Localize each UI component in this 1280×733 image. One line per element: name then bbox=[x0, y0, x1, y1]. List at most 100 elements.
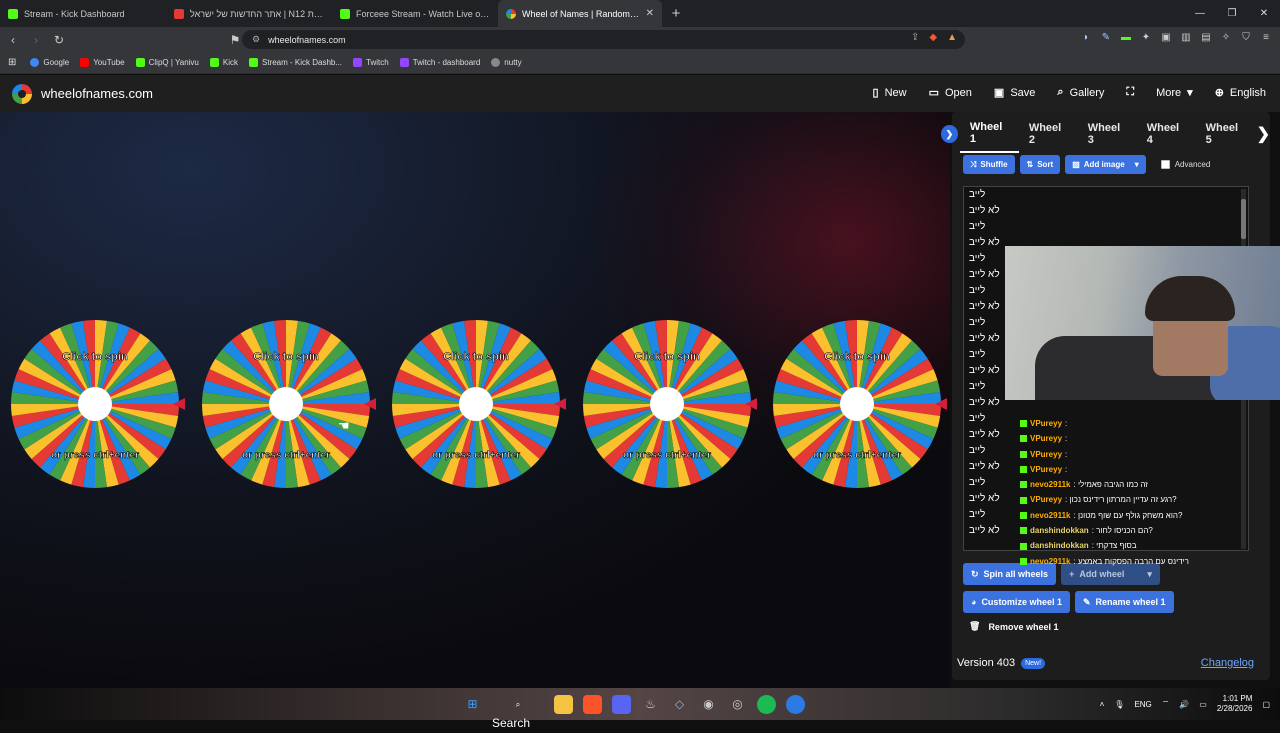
windows-start-icon[interactable]: ⊞ bbox=[463, 695, 482, 714]
tab-wheel-4[interactable]: Wheel 4 bbox=[1137, 116, 1196, 152]
volume-icon[interactable]: 🔊 bbox=[1179, 700, 1189, 709]
advanced-checkbox[interactable]: Advanced bbox=[1160, 160, 1210, 169]
trash-icon: 🗑 bbox=[969, 621, 981, 631]
discord-icon[interactable] bbox=[612, 695, 631, 714]
browser-tab[interactable]: Stream - Kick Dashboard bbox=[0, 0, 166, 27]
chat-message: nevo2911k: הוא משחק גולף עם שוף מטונן? bbox=[1020, 508, 1260, 523]
brave-shield-icon[interactable]: ◆ bbox=[929, 32, 937, 43]
changelog-link[interactable]: Changelog bbox=[1201, 657, 1254, 669]
steam-icon[interactable]: ♨ bbox=[641, 695, 660, 714]
bookmark-clipq[interactable]: ClipQ | Yanivu bbox=[135, 58, 199, 67]
extension-icon[interactable]: ▣ bbox=[1160, 32, 1172, 44]
wifi-icon[interactable]: ⌔ bbox=[1162, 699, 1170, 709]
fullscreen-button[interactable]: ⛶ bbox=[1126, 86, 1134, 99]
kick-icon bbox=[340, 8, 350, 19]
battery-icon[interactable]: ▭ bbox=[1199, 700, 1207, 709]
checkbox-icon bbox=[1160, 160, 1170, 169]
wheel[interactable]: Click to spin or press ctrl+enter bbox=[11, 320, 185, 488]
extension-icon[interactable]: ◗ bbox=[1080, 32, 1092, 44]
extension-icon[interactable]: ✎ bbox=[1100, 32, 1112, 44]
app-icon[interactable] bbox=[786, 695, 805, 714]
wheel-text-top: Click to spin bbox=[62, 351, 128, 363]
tab-wheel-1[interactable]: Wheel 1 bbox=[959, 115, 1019, 153]
menu-icon[interactable]: ≡ bbox=[1260, 32, 1272, 44]
save-button[interactable]: ▣ Save bbox=[994, 86, 1035, 100]
share-icon[interactable]: ⇪ bbox=[911, 32, 919, 43]
tab-wheel-5[interactable]: Wheel 5 bbox=[1196, 116, 1255, 152]
menu-label: English bbox=[1229, 86, 1266, 99]
chat-username: VPureyy bbox=[1030, 464, 1063, 474]
close-icon[interactable]: ✕ bbox=[646, 8, 654, 19]
apps-grid-icon[interactable]: ⊞ bbox=[8, 57, 16, 68]
sidebar-icon[interactable]: ▥ bbox=[1180, 32, 1192, 44]
chat-message: nevo2911k: רידינס עם הרבה הפסקות באמצע bbox=[1020, 554, 1260, 569]
reload-icon[interactable]: ↻ bbox=[49, 33, 69, 47]
microphone-icon[interactable]: 🎙 bbox=[1114, 700, 1124, 709]
bookmark-nutty[interactable]: nutty bbox=[491, 58, 522, 67]
language-button[interactable]: ⊕ English bbox=[1215, 86, 1266, 100]
brave-icon[interactable] bbox=[583, 695, 602, 714]
new-button[interactable]: ▯ New bbox=[873, 86, 907, 100]
spotify-icon[interactable] bbox=[757, 695, 776, 714]
browser-tab[interactable]: אתר החדשות של ישראל | N12 חדשות bbox=[166, 0, 332, 27]
taskbar-search[interactable]: ⌕ Search bbox=[492, 695, 544, 730]
add-image-button[interactable]: ▨ Add image ▾ bbox=[1065, 155, 1146, 174]
open-button[interactable]: ▭ Open bbox=[929, 86, 972, 100]
more-button[interactable]: More ▾ bbox=[1156, 86, 1193, 100]
bookmark-kick[interactable]: Kick bbox=[209, 58, 238, 67]
tab-wheel-3[interactable]: Wheel 3 bbox=[1078, 116, 1137, 152]
minimize-icon[interactable]: — bbox=[1184, 0, 1216, 27]
wheels-canvas[interactable]: Click to spinor press ctrl+enterClick to… bbox=[0, 112, 950, 688]
tab-wheel-2[interactable]: Wheel 2 bbox=[1019, 116, 1078, 152]
site-name[interactable]: wheelofnames.com bbox=[41, 86, 153, 101]
chevron-down-icon[interactable]: ▾ bbox=[1147, 569, 1152, 580]
wheel[interactable]: Click to spin or press ctrl+enter bbox=[202, 320, 376, 488]
bookmark-label: Google bbox=[43, 58, 70, 67]
brave-rewards-icon[interactable]: ▲ bbox=[947, 32, 957, 43]
remove-wheel-button[interactable]: 🗑 Remove wheel 1 bbox=[969, 621, 1058, 632]
clock[interactable]: 1:01 PM 2/28/2026 bbox=[1217, 694, 1253, 714]
entry-line: לא לייב bbox=[969, 205, 1000, 216]
wheel[interactable]: Click to spin or press ctrl+enter bbox=[773, 320, 947, 488]
language-indicator[interactable]: ENG bbox=[1134, 700, 1151, 709]
wheel[interactable]: Click to spin or press ctrl+enter bbox=[392, 320, 566, 488]
browser-tab[interactable]: Forceee Stream - Watch Live on Kick bbox=[332, 0, 498, 27]
sort-button[interactable]: ⇅ Sort bbox=[1019, 155, 1061, 174]
bookmark-youtube[interactable]: YouTube bbox=[80, 58, 125, 67]
chat-username: VPureyy bbox=[1030, 495, 1063, 505]
restore-icon[interactable]: ❐ bbox=[1216, 0, 1248, 27]
extensions-puzzle-icon[interactable]: ✦ bbox=[1140, 32, 1152, 44]
app-icon[interactable]: ◇ bbox=[670, 695, 689, 714]
bookmark-label: YouTube bbox=[93, 58, 125, 67]
chevron-right-icon[interactable]: ❯ bbox=[941, 125, 958, 143]
bookmark-kick-dashboard[interactable]: Stream - Kick Dashb... bbox=[249, 58, 342, 67]
obs-icon[interactable]: ◎ bbox=[728, 695, 747, 714]
new-tab-icon[interactable]: + bbox=[662, 5, 690, 22]
rename-wheel-button[interactable]: ✎ Rename wheel 1 bbox=[1074, 591, 1174, 613]
file-explorer-icon[interactable] bbox=[554, 695, 573, 714]
bookmark-twitch-dashboard[interactable]: Twitch - dashboard bbox=[399, 58, 480, 67]
wallet-icon[interactable]: ▤ bbox=[1200, 32, 1212, 44]
site-info-icon[interactable]: ⚙ bbox=[252, 34, 260, 45]
wheel-tabs: ❯ Wheel 1 Wheel 2 Wheel 3 Wheel 4 Wheel … bbox=[941, 120, 1270, 153]
next-tabs-icon[interactable]: ❯ bbox=[1257, 124, 1270, 144]
vpn-icon[interactable]: ⛉ bbox=[1240, 32, 1252, 44]
extension-icon[interactable]: ▬ bbox=[1120, 32, 1132, 44]
leo-icon[interactable]: ✧ bbox=[1220, 32, 1232, 44]
gallery-button[interactable]: ⌕ Gallery bbox=[1057, 86, 1104, 99]
shuffle-button[interactable]: ⤨ Shuffle bbox=[963, 155, 1015, 174]
notification-icon[interactable]: ▢ bbox=[1262, 700, 1270, 709]
chevron-up-icon[interactable]: ˄ bbox=[1100, 700, 1105, 709]
bookmark-twitch[interactable]: Twitch bbox=[353, 58, 389, 67]
url-field[interactable]: ⚙ wheelofnames.com ⇪ ◆ ▲ bbox=[242, 30, 965, 49]
close-window-icon[interactable]: ✕ bbox=[1248, 0, 1280, 27]
app-icon[interactable]: ◉ bbox=[699, 695, 718, 714]
customize-wheel-button[interactable]: ◕ Customize wheel 1 bbox=[963, 591, 1070, 613]
bookmark-google[interactable]: Google bbox=[30, 58, 69, 67]
wheelofnames-logo-icon[interactable] bbox=[12, 84, 32, 104]
browser-tab-active[interactable]: Wheel of Names | Random name ✕ bbox=[498, 0, 662, 27]
back-icon[interactable]: ‹ bbox=[3, 33, 23, 47]
twitch-icon bbox=[353, 58, 363, 67]
forward-icon[interactable]: › bbox=[26, 33, 46, 47]
wheel[interactable]: Click to spin or press ctrl+enter bbox=[583, 320, 757, 488]
